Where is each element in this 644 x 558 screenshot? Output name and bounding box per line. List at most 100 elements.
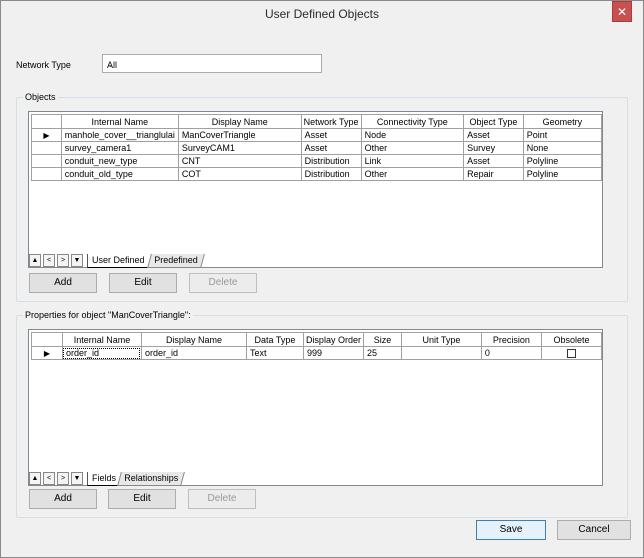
network-type-label: Network Type bbox=[16, 60, 71, 70]
cell-object-type[interactable]: Asset bbox=[463, 128, 524, 142]
column-header-data-type[interactable]: Data Type bbox=[245, 332, 304, 347]
cell-network-type[interactable]: Asset bbox=[300, 141, 362, 155]
cell-display-name[interactable]: order_id bbox=[140, 346, 247, 360]
cell-network-type[interactable]: Asset bbox=[300, 128, 362, 142]
cell-display-name[interactable]: ManCoverTriangle bbox=[177, 128, 302, 142]
properties-delete-button[interactable]: Delete bbox=[188, 489, 256, 509]
cell-connectivity-type[interactable]: Other bbox=[360, 141, 465, 155]
objects-grid[interactable]: Internal Name Display Name Network Type … bbox=[28, 111, 603, 268]
nav-next-icon[interactable]: > bbox=[57, 254, 69, 267]
row-selector[interactable]: ▶ bbox=[31, 128, 62, 142]
column-header-obsolete[interactable]: Obsolete bbox=[540, 332, 603, 347]
cell-object-type[interactable]: Survey bbox=[463, 141, 524, 155]
nav-first-icon[interactable]: ▲ bbox=[29, 472, 41, 485]
tab-fields-label: Fields bbox=[92, 473, 117, 483]
properties-grid[interactable]: Internal Name Display Name Data Type Dis… bbox=[28, 329, 603, 486]
nav-prev-icon[interactable]: < bbox=[43, 472, 55, 485]
cell-network-type[interactable]: Distribution bbox=[300, 154, 362, 168]
nav-first-icon[interactable]: ▲ bbox=[29, 254, 41, 267]
cell-internal-name[interactable]: conduit_new_type bbox=[60, 154, 179, 168]
cell-object-type[interactable]: Asset bbox=[463, 154, 524, 168]
cell-object-type[interactable]: Repair bbox=[463, 167, 524, 181]
cell-geometry[interactable]: None bbox=[522, 141, 603, 155]
cell-connectivity-type[interactable]: Node bbox=[360, 128, 465, 142]
objects-header-row: Internal Name Display Name Network Type … bbox=[31, 114, 603, 129]
cell-internal-name[interactable]: conduit_old_type bbox=[60, 167, 179, 181]
current-row-icon: ▶ bbox=[43, 131, 50, 140]
cell-network-type[interactable]: Distribution bbox=[300, 167, 362, 181]
properties-header-row: Internal Name Display Name Data Type Dis… bbox=[31, 332, 603, 347]
tab-relationships[interactable]: Relationships bbox=[117, 472, 185, 486]
cell-connectivity-type[interactable]: Other bbox=[360, 167, 465, 181]
objects-tab-strip: ▲ < > ▼ User Defined Predefined bbox=[29, 254, 229, 268]
title-bar: User Defined Objects ✕ bbox=[1, 1, 643, 27]
cell-display-name[interactable]: CNT bbox=[177, 154, 302, 168]
close-icon[interactable]: ✕ bbox=[612, 1, 632, 22]
cancel-button[interactable]: Cancel bbox=[557, 520, 631, 540]
properties-group-title: Properties for object "ManCoverTriangle"… bbox=[23, 310, 193, 320]
tab-user-defined-label: User Defined bbox=[92, 255, 145, 265]
nav-last-icon[interactable]: ▼ bbox=[71, 472, 83, 485]
column-header-connectivity-type[interactable]: Connectivity Type bbox=[360, 114, 465, 129]
nav-last-icon[interactable]: ▼ bbox=[71, 254, 83, 267]
cell-geometry[interactable]: Point bbox=[522, 128, 603, 142]
network-type-select[interactable]: All ⌄ bbox=[102, 54, 322, 73]
tab-predefined[interactable]: Predefined bbox=[147, 254, 205, 268]
cell-display-name[interactable]: COT bbox=[177, 167, 302, 181]
properties-table: Internal Name Display Name Data Type Dis… bbox=[31, 332, 603, 360]
cell-geometry[interactable]: Polyline bbox=[522, 154, 603, 168]
tab-relationships-label: Relationships bbox=[124, 473, 179, 483]
cell-internal-name[interactable]: survey_camera1 bbox=[60, 141, 179, 155]
column-header-internal-name[interactable]: Internal Name bbox=[61, 332, 142, 347]
tab-predefined-label: Predefined bbox=[154, 255, 198, 265]
cell-size[interactable]: 25 bbox=[362, 346, 402, 360]
cell-display-order[interactable]: 999 bbox=[302, 346, 364, 360]
table-row[interactable]: survey_camera1 SurveyCAM1 Asset Other Su… bbox=[31, 141, 603, 155]
row-selector[interactable] bbox=[31, 167, 62, 181]
properties-add-button[interactable]: Add bbox=[29, 489, 97, 509]
column-header-display-name[interactable]: Display Name bbox=[177, 114, 302, 129]
row-selector[interactable] bbox=[31, 154, 62, 168]
row-selector[interactable]: ▶ bbox=[31, 346, 63, 360]
row-selector[interactable] bbox=[31, 141, 62, 155]
properties-tab-strip: ▲ < > ▼ Fields Relationships bbox=[29, 472, 229, 486]
cell-data-type[interactable]: Text bbox=[245, 346, 304, 360]
table-row[interactable]: conduit_old_type COT Distribution Other … bbox=[31, 167, 603, 181]
objects-delete-button[interactable]: Delete bbox=[189, 273, 257, 293]
user-defined-objects-dialog: User Defined Objects ✕ Network Type All … bbox=[0, 0, 644, 558]
cell-unit-type[interactable] bbox=[400, 346, 482, 360]
cell-precision[interactable]: 0 bbox=[480, 346, 542, 360]
table-row[interactable]: conduit_new_type CNT Distribution Link A… bbox=[31, 154, 603, 168]
window-title: User Defined Objects bbox=[264, 7, 380, 21]
cell-obsolete[interactable] bbox=[540, 346, 603, 360]
column-header-size[interactable]: Size bbox=[362, 332, 402, 347]
column-header-precision[interactable]: Precision bbox=[480, 332, 542, 347]
cell-display-name[interactable]: SurveyCAM1 bbox=[177, 141, 302, 155]
cell-geometry[interactable]: Polyline bbox=[522, 167, 603, 181]
objects-edit-button[interactable]: Edit bbox=[109, 273, 177, 293]
objects-add-button[interactable]: Add bbox=[29, 273, 97, 293]
column-header-object-type[interactable]: Object Type bbox=[463, 114, 524, 129]
column-header-unit-type[interactable]: Unit Type bbox=[400, 332, 482, 347]
table-row[interactable]: ▶ order_id order_id Text 999 25 0 bbox=[31, 346, 603, 360]
column-header-display-name[interactable]: Display Name bbox=[140, 332, 247, 347]
cell-connectivity-type[interactable]: Link bbox=[360, 154, 465, 168]
nav-next-icon[interactable]: > bbox=[57, 472, 69, 485]
column-header-internal-name[interactable]: Internal Name bbox=[60, 114, 179, 129]
column-header-geometry[interactable]: Geometry bbox=[522, 114, 603, 129]
row-header-corner bbox=[31, 332, 63, 347]
tab-fields[interactable]: Fields bbox=[87, 472, 121, 486]
row-header-corner bbox=[31, 114, 62, 129]
properties-edit-button[interactable]: Edit bbox=[108, 489, 176, 509]
tab-user-defined[interactable]: User Defined bbox=[87, 254, 149, 268]
obsolete-checkbox[interactable] bbox=[566, 349, 576, 359]
save-button[interactable]: Save bbox=[476, 520, 546, 540]
cell-internal-name[interactable]: manhole_cover__trianglulai bbox=[60, 128, 179, 142]
table-row[interactable]: ▶ manhole_cover__trianglulai ManCoverTri… bbox=[31, 128, 603, 142]
nav-prev-icon[interactable]: < bbox=[43, 254, 55, 267]
cell-internal-name[interactable]: order_id bbox=[61, 346, 142, 360]
current-row-icon: ▶ bbox=[43, 349, 51, 358]
objects-group-title: Objects bbox=[23, 92, 58, 102]
column-header-network-type[interactable]: Network Type bbox=[300, 114, 362, 129]
column-header-display-order[interactable]: Display Order bbox=[302, 332, 364, 347]
